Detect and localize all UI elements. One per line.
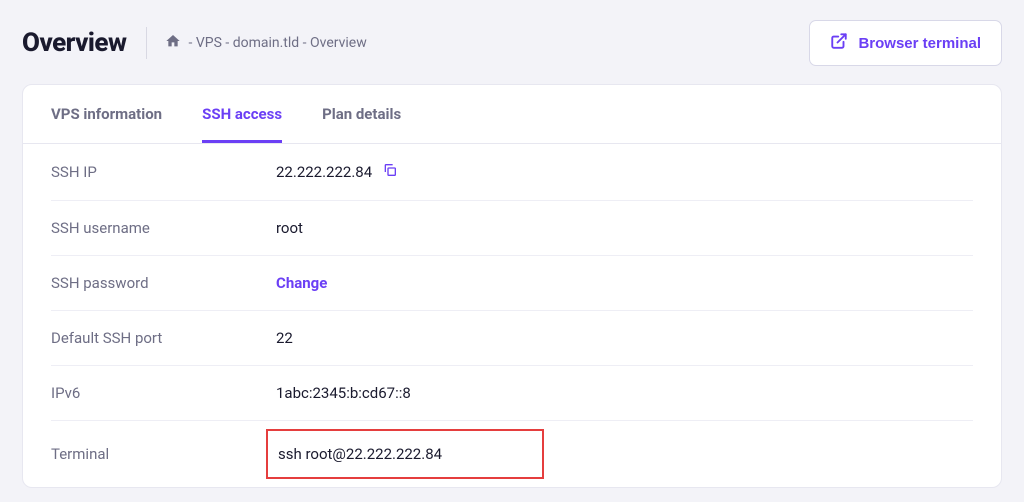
breadcrumb: - VPS - domain.tld - Overview (165, 33, 366, 53)
browser-terminal-label: Browser terminal (858, 35, 981, 52)
tab-vps-information[interactable]: VPS information (51, 85, 162, 143)
tab-ssh-access[interactable]: SSH access (202, 85, 282, 143)
ssh-ip-value: 22.222.222.84 (276, 163, 372, 181)
ssh-port-value: 22 (276, 329, 293, 347)
row-ssh-password: SSH password Change (51, 256, 973, 311)
ssh-username-label: SSH username (51, 219, 276, 237)
row-ssh-username: SSH username root (51, 201, 973, 256)
terminal-label: Terminal (51, 445, 276, 463)
open-external-icon (830, 32, 848, 54)
copy-icon[interactable] (382, 162, 398, 182)
ssh-ip-label: SSH IP (51, 163, 276, 181)
ssh-access-card: VPS information SSH access Plan details … (22, 84, 1002, 488)
terminal-command: ssh root@22.222.222.84 (266, 429, 544, 479)
page-title: Overview (22, 28, 146, 58)
ssh-password-change-link[interactable]: Change (276, 274, 327, 292)
ipv6-label: IPv6 (51, 384, 276, 402)
ipv6-value: 1abc:2345:b:cd67::8 (276, 384, 411, 402)
row-ssh-ip: SSH IP 22.222.222.84 (51, 144, 973, 201)
ssh-details-rows: SSH IP 22.222.222.84 SSH username root S… (23, 144, 1001, 487)
header-left: Overview - VPS - domain.tld - Overview (22, 27, 367, 59)
ssh-username-value: root (276, 219, 303, 237)
home-icon[interactable] (165, 33, 181, 53)
page-header: Overview - VPS - domain.tld - Overview B… (0, 0, 1024, 84)
ssh-port-label: Default SSH port (51, 329, 276, 347)
row-terminal: Terminal ssh root@22.222.222.84 (51, 421, 973, 487)
tab-plan-details[interactable]: Plan details (322, 85, 401, 143)
row-ssh-port: Default SSH port 22 (51, 311, 973, 366)
tabs: VPS information SSH access Plan details (23, 85, 1001, 144)
row-ipv6: IPv6 1abc:2345:b:cd67::8 (51, 366, 973, 421)
ssh-ip-value-wrap: 22.222.222.84 (276, 162, 398, 182)
breadcrumb-text: - VPS - domain.tld - Overview (188, 35, 366, 51)
ssh-password-label: SSH password (51, 274, 276, 292)
header-divider (146, 27, 147, 59)
browser-terminal-button[interactable]: Browser terminal (809, 20, 1002, 66)
